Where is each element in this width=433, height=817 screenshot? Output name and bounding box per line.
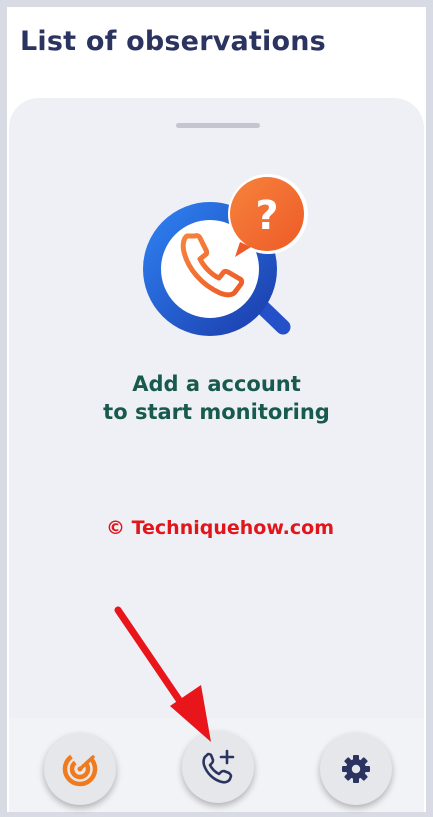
add-call-button[interactable] bbox=[182, 731, 254, 803]
add-call-icon bbox=[202, 749, 235, 784]
phone-search-question-icon: ? bbox=[143, 174, 308, 336]
svg-text:?: ? bbox=[255, 193, 278, 239]
page-title: List of observations bbox=[20, 26, 326, 57]
settings-button[interactable] bbox=[320, 733, 392, 805]
empty-state-line-2: to start monitoring bbox=[103, 400, 330, 424]
gear-icon bbox=[342, 755, 370, 783]
radar-button[interactable] bbox=[44, 733, 116, 805]
watermark: © Techniquehow.com bbox=[105, 517, 335, 539]
radar-icon bbox=[62, 751, 98, 787]
empty-state-message: Add a account to start monitoring bbox=[0, 370, 433, 426]
sheet-drag-handle[interactable] bbox=[176, 123, 260, 128]
empty-state-line-1: Add a account bbox=[132, 372, 301, 396]
